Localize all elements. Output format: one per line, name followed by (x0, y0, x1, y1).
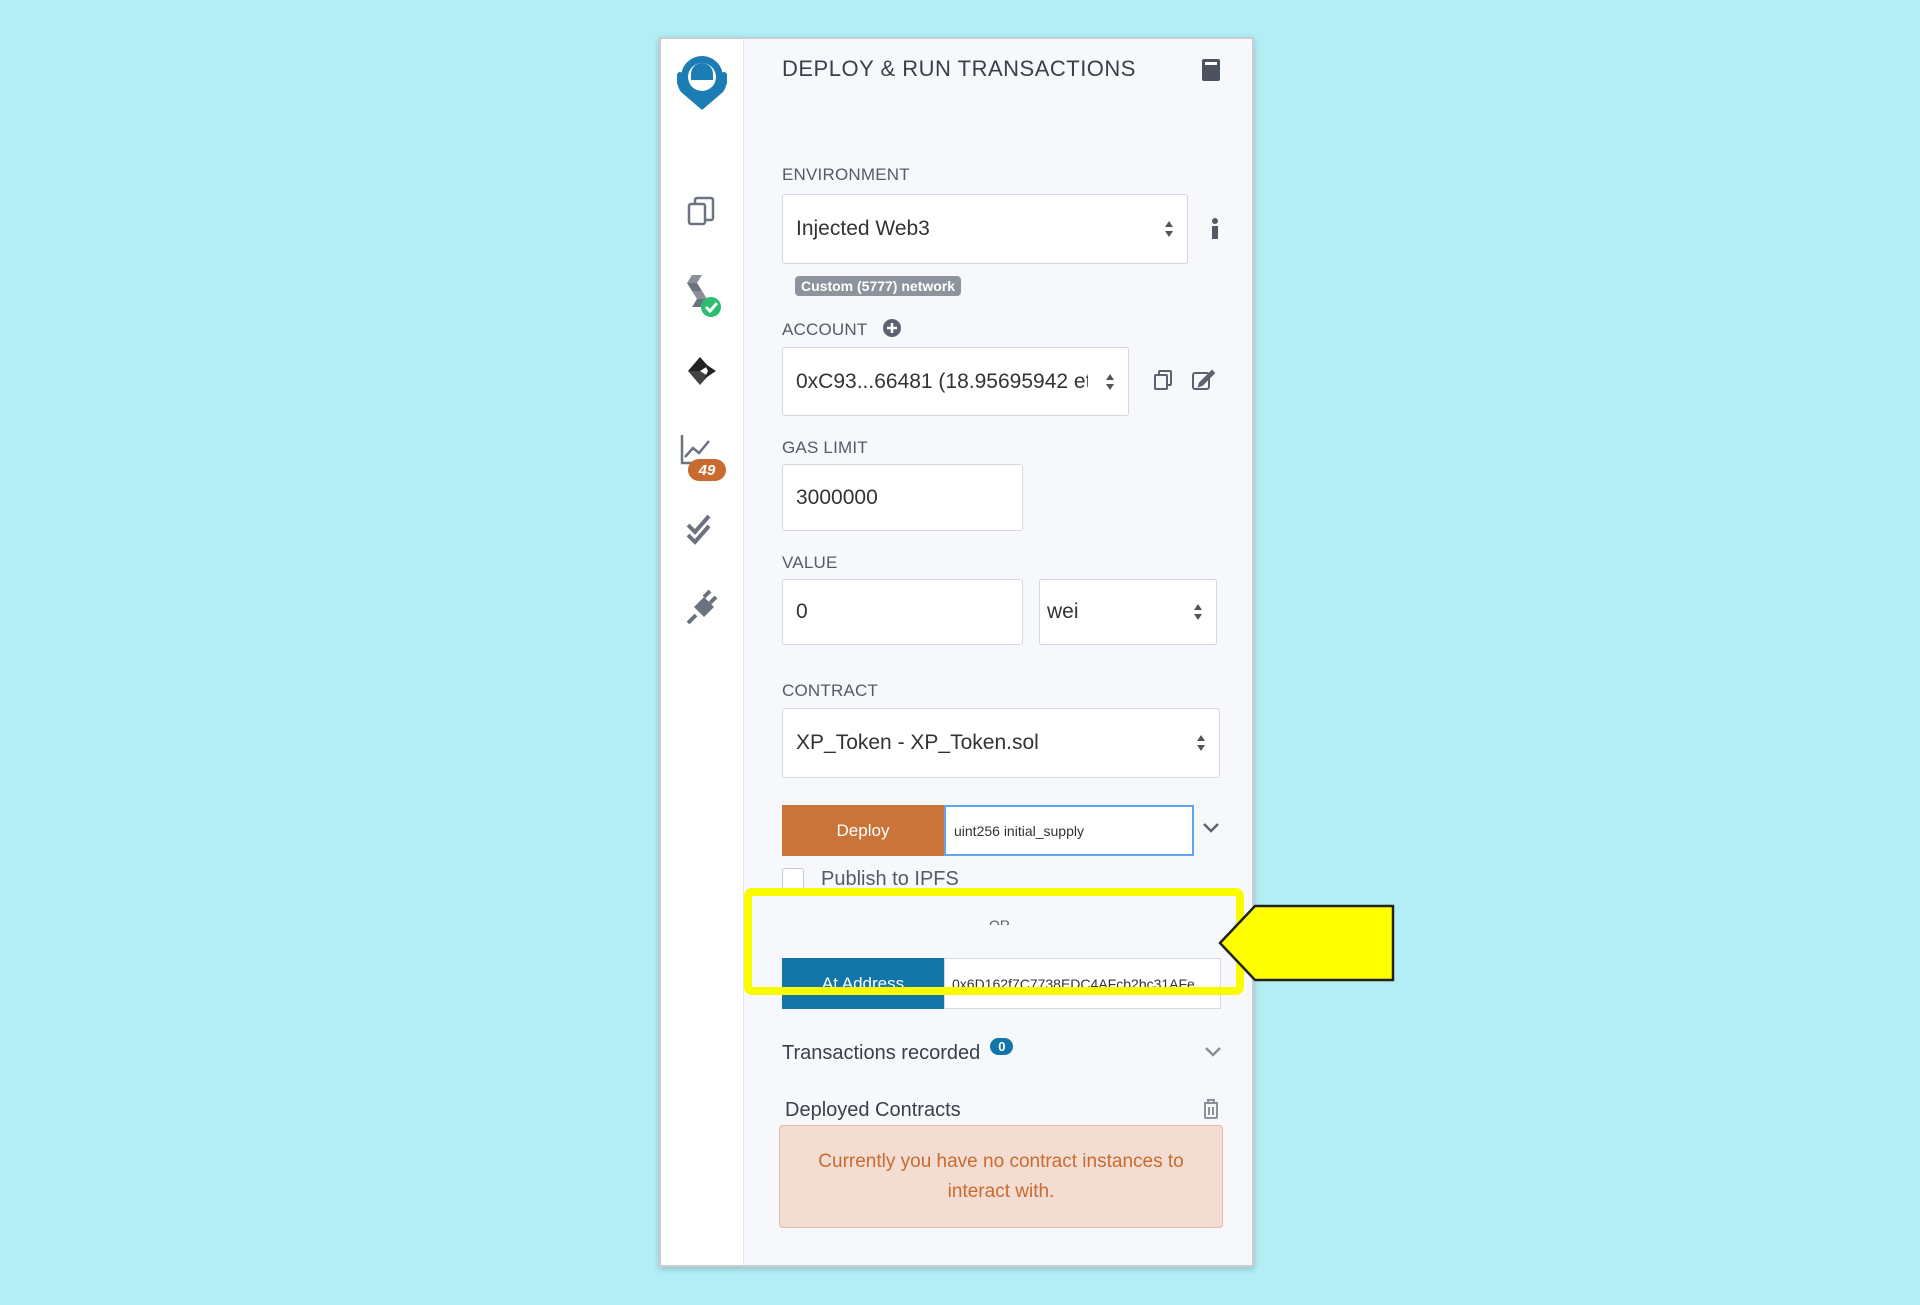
environment-value: Injected Web3 (796, 217, 930, 240)
transactions-count-badge: 0 (990, 1038, 1014, 1055)
copy-icon[interactable] (1153, 369, 1173, 396)
select-arrows-icon (1106, 373, 1114, 390)
tests-icon[interactable] (661, 509, 743, 549)
edit-icon[interactable] (1191, 369, 1216, 396)
gas-limit-label: GAS LIMIT (782, 438, 868, 457)
select-arrows-icon (1197, 735, 1205, 751)
add-account-icon[interactable] (882, 318, 902, 343)
chevron-down-icon[interactable] (1202, 821, 1220, 839)
contract-label: CONTRACT (782, 681, 879, 700)
transactions-label: Transactions recorded (782, 1042, 981, 1064)
deployed-contracts-label: Deployed Contracts (785, 1099, 961, 1121)
account-value: 0xC93...66481 (18.95695942 ether) (796, 369, 1088, 393)
gas-limit-input[interactable]: 3000000 (782, 464, 1023, 531)
solidity-compiler-icon[interactable] (661, 271, 743, 319)
yellow-arrow-icon (1217, 903, 1397, 988)
plugin-manager-icon[interactable] (661, 585, 743, 629)
documentation-book-icon[interactable] (1200, 57, 1222, 88)
no-instances-notice: Currently you have no contract instances… (779, 1125, 1223, 1228)
remix-panel: 49 DEPLOY & RUN TRANSACTIONS ENVIRONMENT… (659, 37, 1254, 1267)
value-unit: wei (1047, 600, 1079, 623)
environment-select[interactable]: Injected Web3 (782, 194, 1188, 264)
analysis-badge: 49 (698, 462, 716, 479)
transactions-recorded[interactable]: Transactions recorded 0 (782, 1038, 1014, 1065)
constructor-params-input[interactable]: uint256 initial_supply (944, 805, 1194, 856)
info-icon[interactable] (1209, 217, 1221, 246)
highlight-box (744, 888, 1244, 995)
account-label: ACCOUNT (782, 318, 902, 343)
value-unit-select[interactable]: wei (1039, 579, 1217, 645)
contract-select[interactable]: XP_Token - XP_Token.sol (782, 708, 1220, 778)
icon-sidebar: 49 (661, 39, 744, 1265)
gas-limit-value: 3000000 (796, 485, 878, 509)
value-label: VALUE (782, 553, 838, 572)
value-input[interactable]: 0 (782, 579, 1023, 645)
chevron-down-icon[interactable] (1204, 1045, 1222, 1063)
select-arrows-icon (1165, 221, 1173, 237)
select-arrows-icon (1194, 604, 1202, 620)
analysis-icon[interactable]: 49 (661, 429, 743, 485)
environment-label: ENVIRONMENT (782, 165, 910, 184)
publish-ipfs-checkbox[interactable] (782, 868, 804, 890)
value-amount: 0 (796, 600, 808, 623)
panel-title: DEPLOY & RUN TRANSACTIONS (782, 56, 1136, 81)
account-label-text: ACCOUNT (782, 320, 868, 339)
constructor-params-text: uint256 initial_supply (954, 822, 1084, 839)
trash-icon[interactable] (1202, 1098, 1220, 1125)
remix-logo-icon[interactable] (661, 49, 743, 117)
deploy-run-icon[interactable] (661, 351, 743, 391)
file-explorer-icon[interactable] (661, 191, 743, 231)
account-select[interactable]: 0xC93...66481 (18.95695942 ether) (782, 347, 1129, 416)
network-badge: Custom (5777) network (795, 276, 962, 296)
deploy-button[interactable]: Deploy (782, 805, 944, 856)
deploy-run-content: DEPLOY & RUN TRANSACTIONS ENVIRONMENT In… (743, 39, 1252, 1265)
contract-value: XP_Token - XP_Token.sol (796, 731, 1039, 754)
